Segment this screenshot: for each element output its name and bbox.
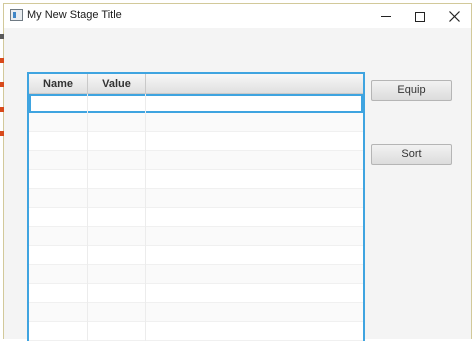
table-body[interactable] — [29, 94, 363, 341]
table-row[interactable] — [29, 151, 363, 170]
edge-mark — [0, 131, 4, 136]
column-header-value[interactable]: Value — [88, 74, 146, 94]
minimize-icon — [381, 16, 391, 18]
table-row[interactable] — [29, 189, 363, 208]
table-row[interactable] — [29, 113, 363, 132]
maximize-button[interactable] — [402, 4, 438, 28]
table-row-selected[interactable] — [29, 94, 363, 113]
window-title: My New Stage Title — [27, 9, 122, 21]
table-row[interactable] — [29, 132, 363, 151]
table-row[interactable] — [29, 170, 363, 189]
edge-mark — [0, 34, 4, 39]
edge-mark — [0, 107, 4, 112]
column-divider — [145, 94, 146, 341]
sort-button[interactable]: Sort — [371, 144, 452, 165]
table-row[interactable] — [29, 303, 363, 322]
edge-mark — [0, 58, 4, 63]
table-row[interactable] — [29, 322, 363, 341]
client-area: Name Value Equip Sort — [4, 28, 471, 341]
table-row[interactable] — [29, 265, 363, 284]
application-window: My New Stage Title Name Value Equip Sort — [3, 3, 472, 341]
background-window-edge — [0, 30, 4, 140]
maximize-icon — [415, 11, 425, 22]
minimize-button[interactable] — [368, 4, 404, 28]
table-row[interactable] — [29, 284, 363, 303]
edge-mark — [0, 82, 4, 87]
column-header-filler — [146, 74, 363, 94]
table-header: Name Value — [29, 74, 363, 94]
data-table[interactable]: Name Value — [27, 72, 365, 341]
title-bar[interactable]: My New Stage Title — [4, 4, 471, 28]
table-row[interactable] — [29, 227, 363, 246]
column-divider — [87, 94, 88, 341]
equip-button[interactable]: Equip — [371, 80, 452, 101]
table-row[interactable] — [29, 208, 363, 227]
table-row[interactable] — [29, 246, 363, 265]
close-icon — [448, 11, 460, 22]
close-button[interactable] — [436, 4, 472, 28]
column-header-name[interactable]: Name — [29, 74, 88, 94]
app-window-icon — [10, 9, 23, 21]
